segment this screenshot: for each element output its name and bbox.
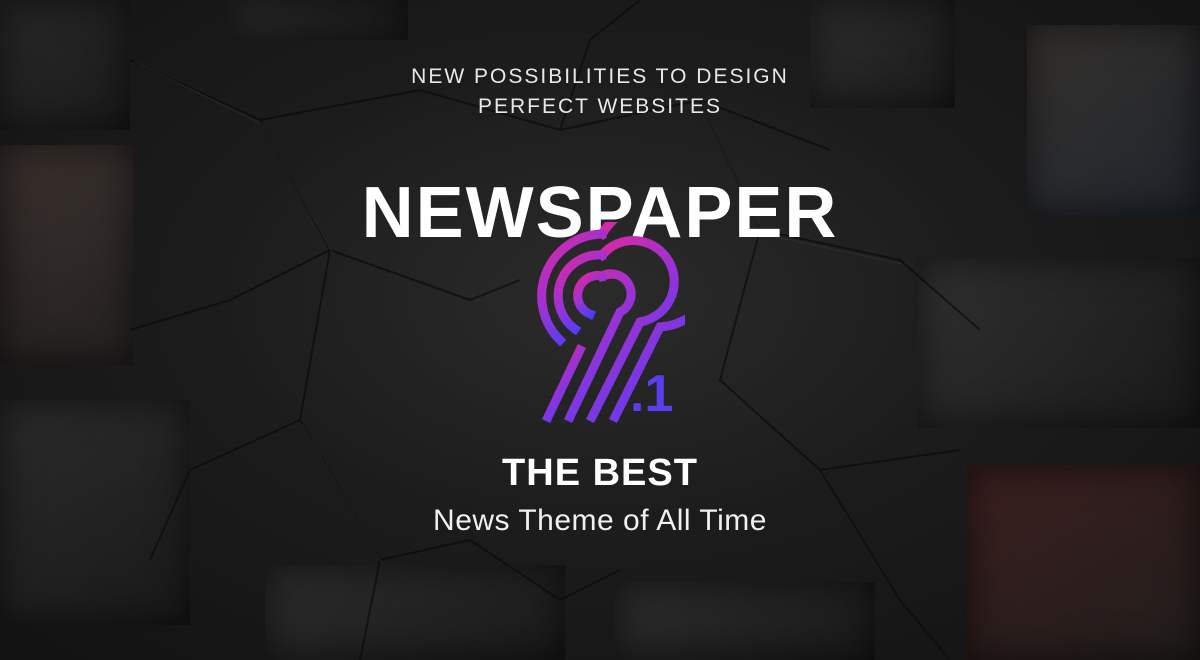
- tagline: NEW POSSIBILITIES TO DESIGN PERFECT WEBS…: [0, 62, 1200, 122]
- tagline-line-1: NEW POSSIBILITIES TO DESIGN: [411, 65, 789, 88]
- version-minor: .1: [630, 365, 674, 423]
- tagline-line-2: PERFECT WEBSITES: [478, 95, 722, 118]
- headline: THE BEST: [502, 452, 698, 494]
- promo-banner: NEW POSSIBILITIES TO DESIGN PERFECT WEBS…: [0, 0, 1200, 660]
- subheadline: News Theme of All Time: [433, 504, 767, 537]
